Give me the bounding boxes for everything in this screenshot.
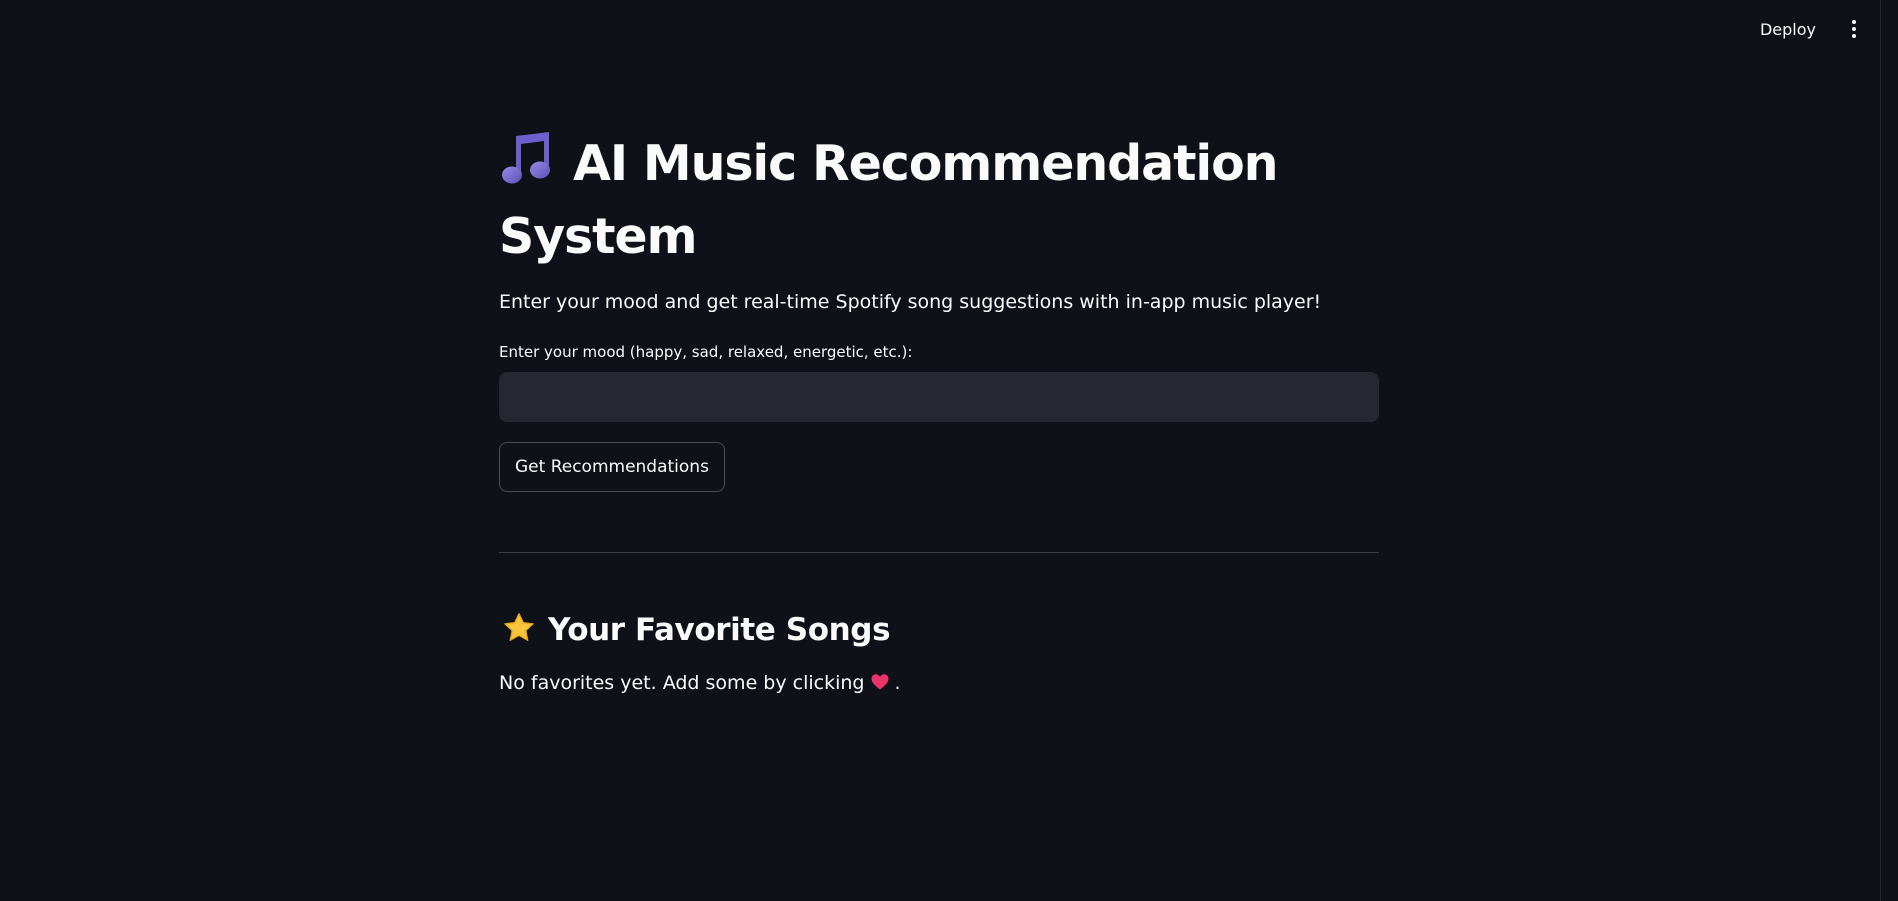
favorites-title-text: Your Favorite Songs <box>548 612 891 648</box>
favorites-empty-message: No favorites yet. Add some by clicking . <box>499 669 1379 700</box>
music-notes-icon <box>499 130 555 203</box>
mood-input[interactable] <box>499 372 1379 422</box>
favorites-title: Your Favorite Songs <box>499 608 1379 657</box>
main-content: AI Music Recommendation System Enter you… <box>499 130 1379 700</box>
mood-input-label: Enter your mood (happy, sad, relaxed, en… <box>499 343 913 361</box>
scrollbar-track[interactable] <box>1880 0 1898 901</box>
main-menu-button[interactable] <box>1840 15 1868 43</box>
more-vertical-icon <box>1852 20 1856 24</box>
app-root: Deploy AI Music Recommendation System En… <box>0 0 1898 901</box>
section-divider <box>499 552 1379 553</box>
heart-icon <box>870 672 890 700</box>
page-subtitle: Enter your mood and get real-time Spotif… <box>499 291 1322 313</box>
deploy-button[interactable]: Deploy <box>1750 14 1826 45</box>
app-header: Deploy <box>0 0 1898 58</box>
favorites-empty-text: No favorites yet. Add some by clicking <box>499 672 865 694</box>
favorites-empty-text-end: . <box>894 672 901 694</box>
page-title-text: AI Music Recommendation System <box>499 135 1279 265</box>
get-recommendations-button[interactable]: Get Recommendations <box>499 442 725 492</box>
page-title: AI Music Recommendation System <box>499 130 1379 270</box>
star-icon <box>502 611 536 657</box>
